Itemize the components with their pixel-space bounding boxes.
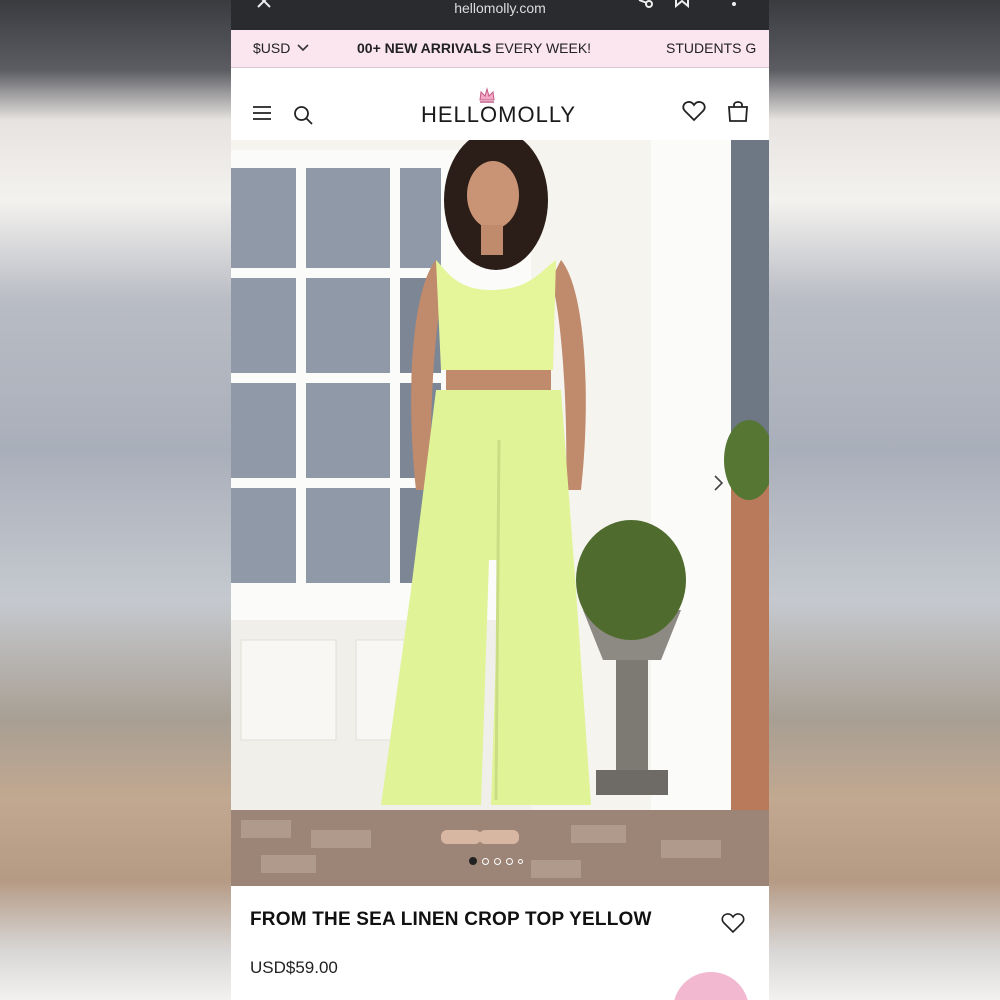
announcement-bold-text: 00+ NEW ARRIVALS bbox=[357, 40, 492, 56]
heart-icon[interactable] bbox=[682, 100, 706, 122]
next-image-arrow-icon[interactable] bbox=[713, 474, 725, 492]
currency-selector[interactable]: $USD bbox=[253, 40, 310, 56]
mobile-browser-viewport: hellomolly.com $USD 00+ NEW ARRIVALS EVE… bbox=[231, 0, 769, 1000]
menu-icon[interactable] bbox=[253, 105, 271, 121]
site-logo[interactable]: HELLOMOLLY bbox=[421, 102, 576, 128]
search-icon[interactable] bbox=[293, 105, 313, 125]
product-title: FROM THE SEA LINEN CROP TOP YELLOW bbox=[250, 909, 652, 930]
site-header: HELLOMOLLY bbox=[231, 68, 769, 141]
more-icon[interactable] bbox=[727, 0, 741, 8]
background-blur-right bbox=[769, 0, 1000, 1000]
image-carousel-dots bbox=[469, 857, 523, 865]
carousel-dot[interactable] bbox=[518, 858, 523, 864]
carousel-dot[interactable] bbox=[506, 857, 513, 865]
announcement-secondary-message[interactable]: STUDENTS G bbox=[666, 40, 756, 56]
wishlist-heart-icon[interactable] bbox=[721, 912, 745, 934]
announcement-message[interactable]: 00+ NEW ARRIVALS EVERY WEEK! bbox=[357, 40, 597, 56]
carousel-dot[interactable] bbox=[494, 857, 501, 865]
announcement-rest-text: EVERY WEEK! bbox=[491, 40, 592, 56]
browser-toolbar: hellomolly.com bbox=[231, 0, 769, 30]
background-blur-left bbox=[0, 0, 231, 1000]
carousel-dot[interactable] bbox=[482, 857, 489, 865]
announcement-bar: $USD 00+ NEW ARRIVALS EVERY WEEK! STUDEN… bbox=[231, 30, 769, 68]
chevron-down-icon bbox=[297, 44, 309, 52]
bookmark-icon[interactable] bbox=[673, 0, 691, 8]
bag-icon[interactable] bbox=[726, 99, 750, 123]
product-photo bbox=[231, 140, 769, 886]
share-icon[interactable] bbox=[635, 0, 653, 8]
product-image[interactable] bbox=[231, 140, 769, 886]
chat-widget-button[interactable] bbox=[673, 972, 749, 1000]
carousel-dot[interactable] bbox=[469, 857, 477, 865]
currency-label: $USD bbox=[253, 40, 291, 56]
product-price: USD$59.00 bbox=[250, 958, 338, 977]
